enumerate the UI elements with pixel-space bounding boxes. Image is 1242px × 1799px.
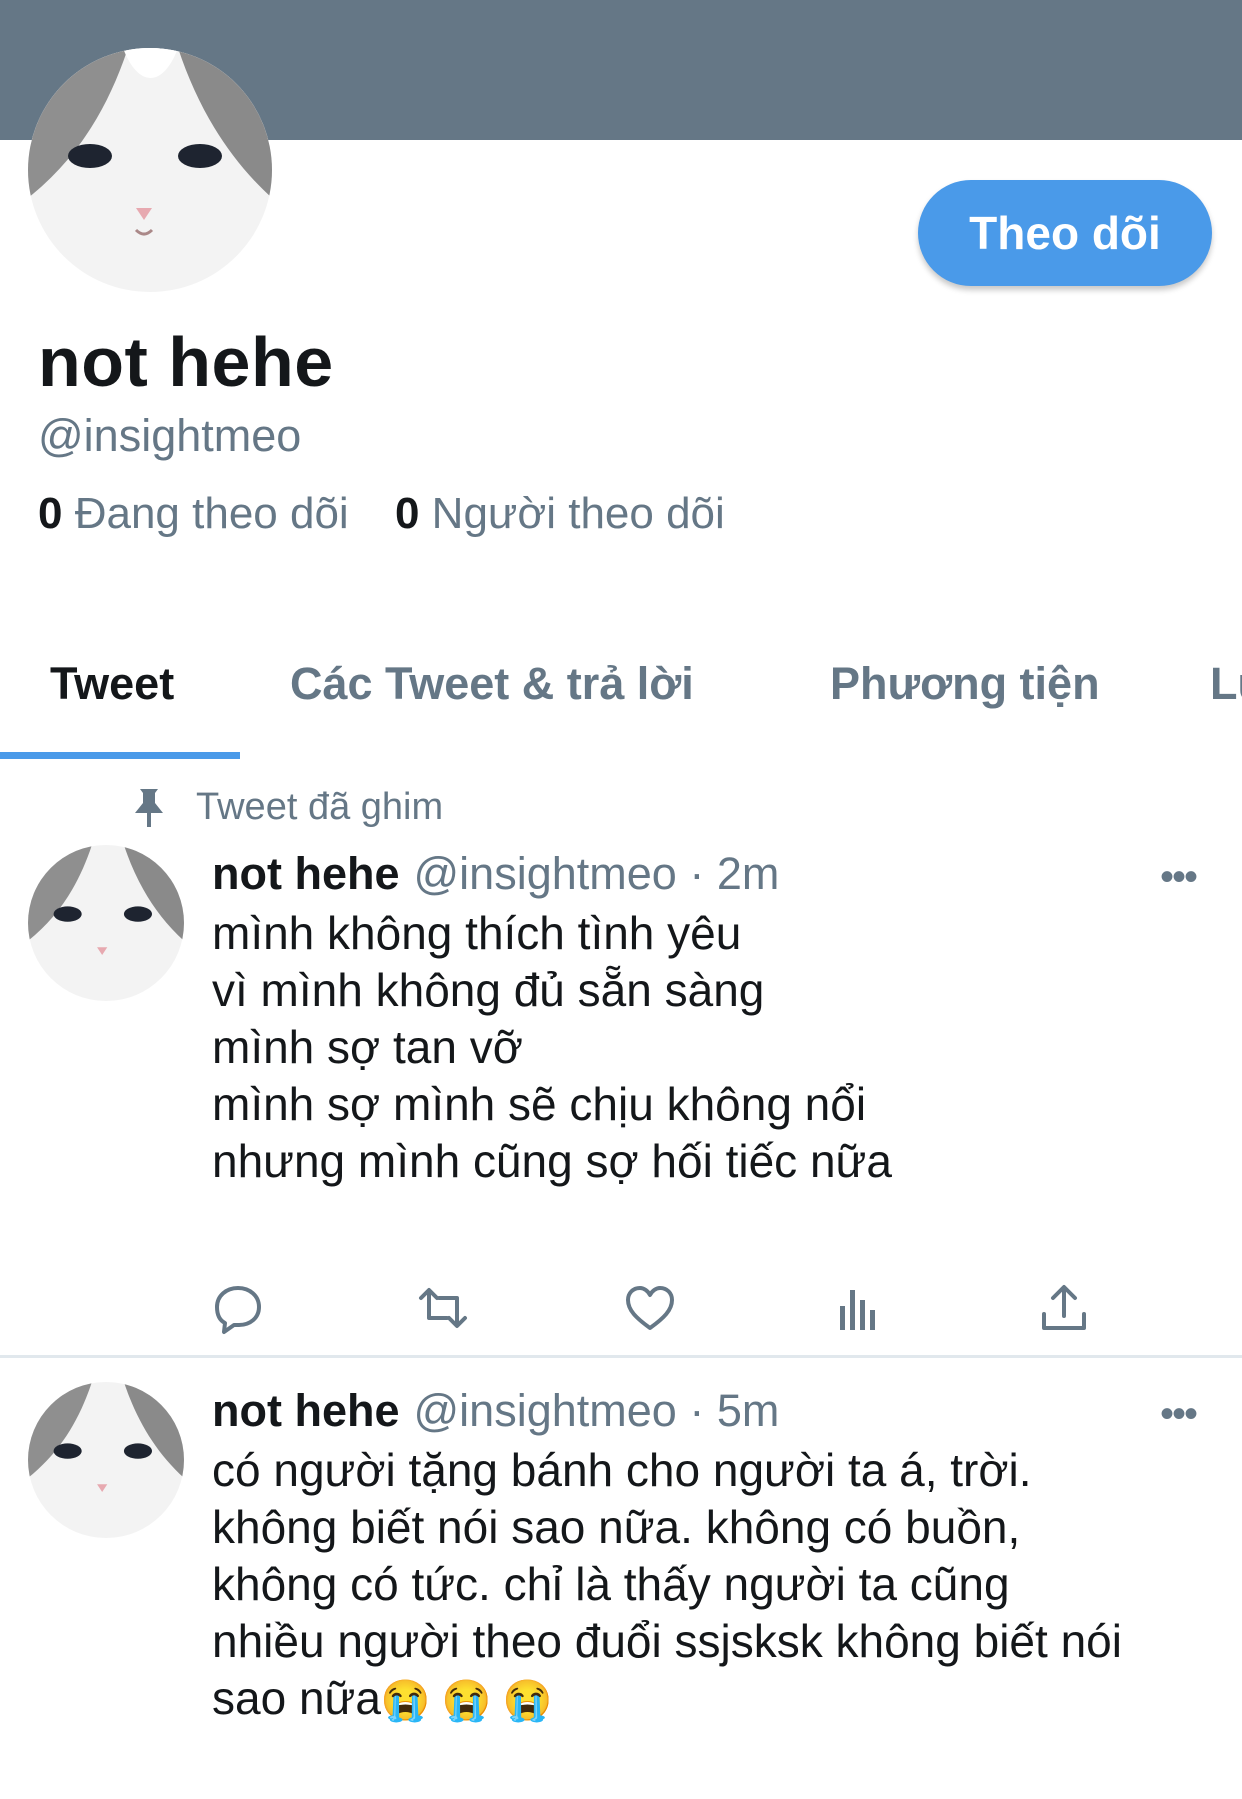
- reply-icon[interactable]: [210, 1280, 266, 1336]
- followers-stat[interactable]: 0 Người theo dõi: [395, 489, 725, 538]
- profile-tabs: Tweet Các Tweet & trả lời Phương tiện Lư…: [0, 650, 1242, 760]
- tweet-avatar[interactable]: [28, 845, 184, 1001]
- tweet-divider: [0, 1355, 1242, 1358]
- tweet-author-handle[interactable]: @insightmeo: [414, 848, 677, 899]
- more-options-icon[interactable]: •••: [1160, 1392, 1198, 1437]
- profile-avatar[interactable]: [28, 48, 272, 292]
- tweet-author-name[interactable]: not hehe: [212, 1385, 400, 1436]
- more-options-icon[interactable]: •••: [1160, 855, 1198, 900]
- share-icon[interactable]: [1036, 1280, 1092, 1336]
- tweet-timestamp[interactable]: · 5m: [689, 1385, 779, 1436]
- tab-tweets[interactable]: Tweet: [50, 658, 174, 710]
- analytics-icon[interactable]: [830, 1280, 886, 1336]
- tab-tweets-replies[interactable]: Các Tweet & trả lời: [290, 658, 694, 710]
- cat-avatar-icon: [28, 48, 272, 292]
- profile-name: not hehe: [38, 323, 334, 401]
- profile-handle: @insightmeo: [38, 410, 302, 461]
- retweet-icon[interactable]: [415, 1280, 471, 1336]
- pin-icon: [135, 788, 163, 827]
- tweet-avatar[interactable]: [28, 1382, 184, 1538]
- tweet-author-name[interactable]: not hehe: [212, 848, 400, 899]
- tweet-header: not hehe @insightmeo · 5m: [212, 1385, 779, 1437]
- tweet-author-handle[interactable]: @insightmeo: [414, 1385, 677, 1436]
- following-stat[interactable]: 0 Đang theo dõi: [38, 489, 349, 538]
- cat-avatar-icon: [28, 845, 184, 1001]
- tweet-timestamp[interactable]: · 2m: [689, 848, 779, 899]
- cat-avatar-icon: [28, 1382, 184, 1538]
- pinned-tweet-label: Tweet đã ghim: [130, 786, 443, 829]
- tab-media[interactable]: Phương tiện: [830, 658, 1100, 710]
- tweet-text: có người tặng bánh cho người ta á, trời.…: [212, 1444, 1122, 1724]
- like-icon[interactable]: [622, 1280, 678, 1336]
- active-tab-indicator: [0, 752, 240, 759]
- tweet-text: mình không thích tình yêu vì mình không …: [212, 907, 892, 1187]
- follow-button[interactable]: Theo dõi: [918, 180, 1212, 286]
- tweet-header: not hehe @insightmeo · 2m: [212, 848, 779, 900]
- profile-stats: 0 Đang theo dõi 0 Người theo dõi: [38, 489, 725, 539]
- crying-emoji: 😭 😭 😭: [380, 1679, 553, 1723]
- tweet-actions: [0, 1280, 1242, 1340]
- tab-likes[interactable]: Lượt thích: [1210, 658, 1242, 710]
